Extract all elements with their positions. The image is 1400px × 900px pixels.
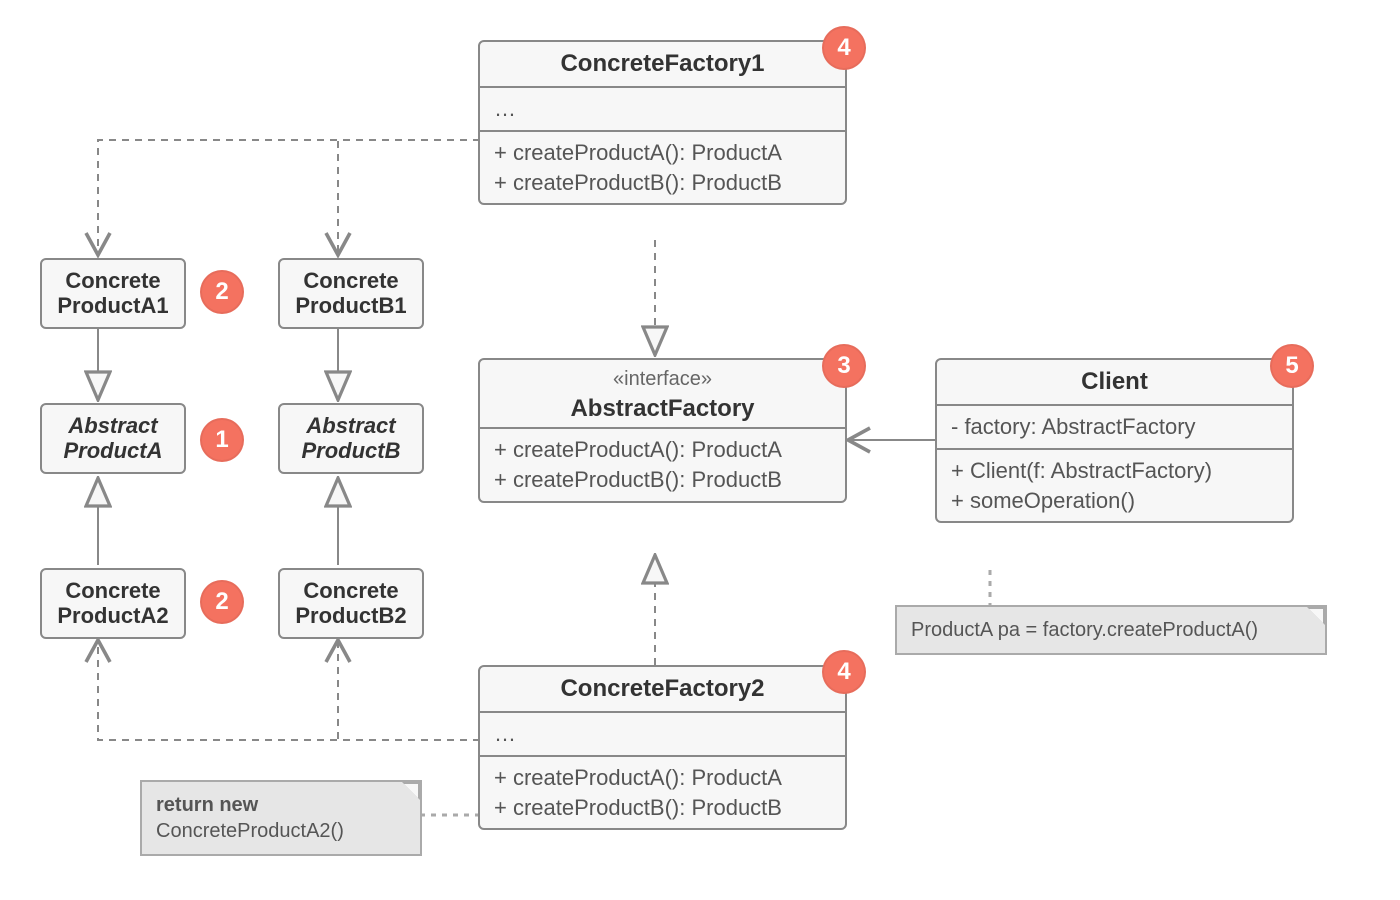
class-operations: + createProductA(): ProductA + createPro… (480, 130, 845, 203)
class-abstract-product-b: Abstract ProductB (278, 403, 424, 474)
class-header: «interface» AbstractFactory (480, 360, 845, 427)
class-concrete-factory-2: ConcreteFactory2 … + createProductA(): P… (478, 665, 847, 830)
note-line: ConcreteProductA2() (156, 820, 344, 842)
class-concrete-product-b2: Concrete ProductB2 (278, 568, 424, 639)
class-concrete-product-b1: Concrete ProductB1 (278, 258, 424, 329)
badge-4: 4 (822, 650, 866, 694)
class-abstract-product-a: Abstract ProductA (40, 403, 186, 474)
class-attributes: … (480, 86, 845, 130)
class-title: Client (937, 360, 1292, 404)
label-line1: Concrete (54, 578, 172, 603)
note-concrete-factory-2: return new ConcreteProductA2() (140, 780, 422, 856)
op-line: + createProductA(): ProductA (494, 763, 831, 793)
note-client: ProductA pa = factory.createProductA() (895, 605, 1327, 655)
label-line1: Concrete (292, 578, 410, 603)
op-line: + createProductA(): ProductA (494, 138, 831, 168)
class-client: Client - factory: AbstractFactory + Clie… (935, 358, 1294, 523)
label-line1: Concrete (292, 268, 410, 293)
class-title: ConcreteFactory2 (480, 667, 845, 711)
badge-3: 3 (822, 344, 866, 388)
note-line: return new (156, 794, 258, 816)
label-line2: ProductA2 (54, 603, 172, 628)
op-line: + createProductB(): ProductB (494, 168, 831, 198)
class-operations: + Client(f: AbstractFactory) + someOpera… (937, 448, 1292, 521)
label-line2: ProductB1 (292, 293, 410, 318)
badge-2: 2 (200, 270, 244, 314)
class-attributes: … (480, 711, 845, 755)
badge-5: 5 (1270, 344, 1314, 388)
badge-1: 1 (200, 418, 244, 462)
op-line: + createProductB(): ProductB (494, 793, 831, 823)
label-line1: Concrete (54, 268, 172, 293)
class-abstract-factory: «interface» AbstractFactory + createProd… (478, 358, 847, 503)
label-line2: ProductB2 (292, 603, 410, 628)
op-line: + createProductA(): ProductA (494, 435, 831, 465)
class-attributes: - factory: AbstractFactory (937, 404, 1292, 448)
class-concrete-product-a2: Concrete ProductA2 (40, 568, 186, 639)
op-line: + Client(f: AbstractFactory) (951, 456, 1278, 486)
class-title: ConcreteFactory1 (480, 42, 845, 86)
label-line2: ProductB (292, 438, 410, 463)
op-line: + someOperation() (951, 486, 1278, 516)
op-line: + createProductB(): ProductB (494, 465, 831, 495)
label-line2: ProductA (54, 438, 172, 463)
diagram-canvas: Concrete ProductA1 Concrete ProductB1 Ab… (0, 0, 1400, 900)
label-line1: Abstract (54, 413, 172, 438)
class-title: AbstractFactory (494, 393, 831, 425)
label-line1: Abstract (292, 413, 410, 438)
note-line: ProductA pa = factory.createProductA() (911, 619, 1258, 641)
stereotype: «interface» (494, 366, 831, 393)
badge-4: 4 (822, 26, 866, 70)
class-concrete-factory-1: ConcreteFactory1 … + createProductA(): P… (478, 40, 847, 205)
class-operations: + createProductA(): ProductA + createPro… (480, 427, 845, 500)
class-concrete-product-a1: Concrete ProductA1 (40, 258, 186, 329)
class-operations: + createProductA(): ProductA + createPro… (480, 755, 845, 828)
label-line2: ProductA1 (54, 293, 172, 318)
badge-2: 2 (200, 580, 244, 624)
